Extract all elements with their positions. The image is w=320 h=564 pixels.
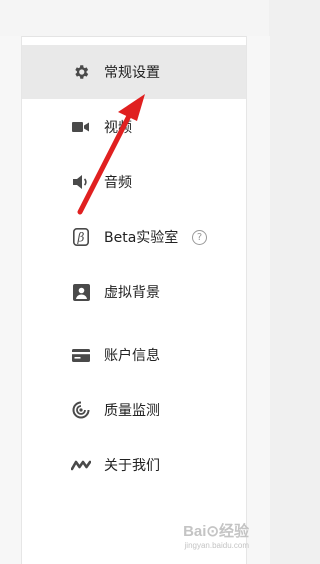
logo-icon: [70, 454, 92, 476]
menu-item-account-info[interactable]: 账户信息: [22, 328, 246, 382]
top-bar: [0, 0, 269, 37]
settings-sidebar: 常规设置 视频 音频 β Beta实验室 ? 虚拟背景 账户信息 质量监测 关于…: [22, 37, 246, 564]
beta-icon: β: [70, 226, 92, 248]
menu-item-label: 账户信息: [104, 348, 160, 364]
menu-item-virtual-background[interactable]: 虚拟背景: [22, 265, 246, 319]
menu-item-label: Beta实验室: [104, 230, 179, 246]
menu-item-about-us[interactable]: 关于我们: [22, 438, 246, 492]
menu-item-label: 音频: [104, 175, 132, 191]
menu-item-label: 视频: [104, 120, 132, 136]
gear-icon: [70, 61, 92, 83]
speaker-icon: [70, 171, 92, 193]
menu-item-quality-monitor[interactable]: 质量监测: [22, 383, 246, 437]
menu-item-beta-lab[interactable]: β Beta实验室 ?: [22, 210, 246, 264]
watermark-site: jingyan.baidu.com: [184, 541, 249, 550]
right-panel-edge: [246, 36, 270, 564]
menu-item-label: 常规设置: [104, 65, 160, 81]
menu-item-label: 虚拟背景: [104, 285, 160, 301]
video-camera-icon: [70, 116, 92, 138]
menu-item-label: 关于我们: [104, 458, 160, 474]
card-icon: [70, 344, 92, 366]
menu-item-audio[interactable]: 音频: [22, 155, 246, 209]
menu-item-label: 质量监测: [104, 403, 160, 419]
svg-text:β: β: [77, 231, 85, 245]
portrait-icon: [70, 281, 92, 303]
help-icon[interactable]: ?: [192, 229, 207, 245]
watermark-logo: Bai⊙经验: [183, 523, 249, 540]
menu-item-video[interactable]: 视频: [22, 100, 246, 154]
menu-item-general-settings[interactable]: 常规设置: [22, 45, 246, 99]
left-panel-edge: [0, 36, 22, 564]
watermark: Bai⊙经验 jingyan.baidu.com: [183, 520, 249, 550]
monitor-gauge-icon: [70, 399, 92, 421]
